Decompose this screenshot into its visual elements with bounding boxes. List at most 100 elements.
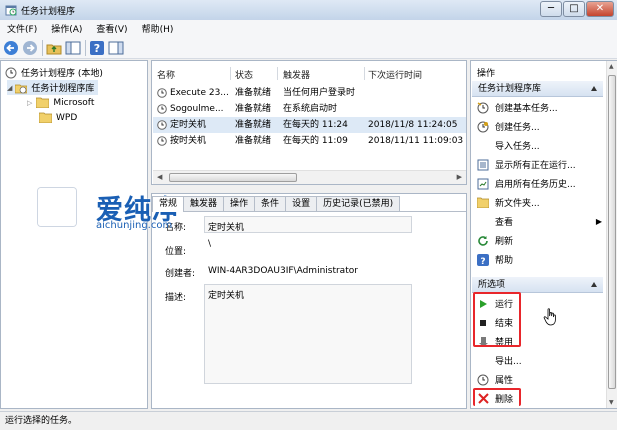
watermark-url: aichunjing.com [96, 220, 173, 231]
tree-item-root[interactable]: 任务计划程序 (本地) [5, 65, 103, 80]
task-status: 准备就绪 [235, 104, 272, 114]
action-import-task[interactable]: 导入任务... [477, 137, 540, 154]
tab-settings[interactable]: 设置 [285, 196, 318, 212]
submenu-arrow-icon: ▶ [595, 217, 602, 226]
name-value: 定时关机 [208, 223, 245, 233]
action-label: 属性 [495, 376, 514, 386]
task-trigger: 在系统启动时 [283, 104, 338, 114]
window-title: 任务计划程序 [21, 6, 76, 17]
author-label: 创建者: [165, 269, 196, 279]
blank-icon [477, 140, 489, 152]
action-refresh[interactable]: 刷新 [477, 232, 513, 249]
column-header-name[interactable]: 名称 [157, 66, 175, 82]
task-clock-icon [157, 88, 167, 98]
list-scroll-thumb[interactable] [169, 173, 297, 182]
action-label: 导入任务... [495, 142, 540, 152]
tab-conditions[interactable]: 条件 [254, 196, 287, 212]
section-header-selected[interactable]: 所选项 [472, 277, 603, 293]
close-button[interactable]: ✕ [586, 1, 614, 17]
title-bar[interactable]: 任务计划程序 ─ □ ✕ [0, 0, 617, 20]
tab-actions[interactable]: 操作 [223, 196, 256, 212]
help-icon[interactable]: ? [89, 40, 105, 56]
svg-text:?: ? [480, 257, 485, 266]
task-clock-icon [157, 104, 167, 114]
scroll-down-arrow-icon[interactable]: ▼ [609, 399, 614, 406]
toolbar-separator [42, 39, 43, 56]
action-label: 导出... [495, 357, 522, 367]
menu-file[interactable]: 文件(F) [0, 22, 44, 35]
menu-help[interactable]: 帮助(H) [135, 22, 181, 35]
toolbar: ? [0, 37, 617, 59]
tree-item-microsoft[interactable]: ▷ Microsoft [27, 95, 94, 110]
tab-history[interactable]: 历史记录(已禁用) [316, 196, 401, 212]
action-label: 刷新 [495, 237, 514, 247]
general-tab-panel: 名称: 定时关机 位置: \ 创建者: WIN-4AR3DOAU3IF\Admi… [152, 211, 466, 408]
list-horizontal-scrollbar[interactable]: ◀ ▶ [153, 170, 466, 184]
show-hide-console-tree-icon[interactable] [65, 40, 81, 56]
action-export[interactable]: 导出... [477, 352, 522, 369]
hand-cursor-icon [543, 308, 556, 326]
action-create-basic-task[interactable]: 创建基本任务... [477, 99, 558, 116]
column-divider[interactable] [277, 67, 278, 80]
task-status: 准备就绪 [235, 136, 272, 146]
task-next-run: 2018/11/11 11:09:03 [368, 136, 464, 146]
location-value: \ [208, 239, 212, 249]
task-name: 定时关机 [170, 120, 207, 130]
tree-collapse-icon[interactable]: ◢ [7, 84, 12, 92]
action-new-folder[interactable]: 新文件夹... [477, 194, 540, 211]
tree-item-wpd[interactable]: WPD [39, 110, 77, 125]
scroll-up-arrow-icon[interactable]: ▲ [609, 63, 614, 70]
action-view[interactable]: 查看 ▶ [477, 213, 602, 230]
task-next-run: 2018/11/8 11:24:05 [368, 120, 458, 130]
clock-icon [5, 67, 17, 78]
collapse-arrow-icon[interactable] [591, 282, 597, 287]
action-properties[interactable]: 属性 [477, 371, 513, 388]
author-value: WIN-4AR3DOAU3IF\Administrator [208, 266, 358, 276]
menu-bar: 文件(F) 操作(A) 查看(V) 帮助(H) [0, 20, 617, 37]
action-label: 显示所有正在运行... [495, 161, 576, 171]
task-trigger: 在每天的 11:24 [283, 120, 348, 130]
action-create-task[interactable]: 创建任务... [477, 118, 540, 135]
tree-expand-icon[interactable]: ▷ [27, 99, 32, 107]
forward-arrow-icon[interactable] [22, 40, 38, 56]
task-trigger: 在每天的 11:09 [283, 136, 348, 146]
location-label: 位置: [165, 247, 187, 257]
menu-action[interactable]: 操作(A) [44, 22, 89, 35]
section-header-library[interactable]: 任务计划程序库 [472, 81, 603, 97]
new-folder-icon [477, 197, 489, 208]
task-name: Sogoulme... [170, 104, 224, 114]
task-list: 名称 状态 触发器 下次运行时间 Execute 23... 准备就绪 当任何用… [151, 60, 467, 185]
refresh-icon [478, 235, 488, 246]
up-folder-icon[interactable] [46, 40, 62, 56]
collapse-arrow-icon[interactable] [591, 86, 597, 91]
maximize-button[interactable]: □ [563, 1, 585, 17]
task-name: Execute 23... [170, 88, 229, 98]
column-divider[interactable] [364, 67, 365, 80]
properties-pane-icon[interactable] [108, 40, 124, 56]
scroll-right-arrow-icon[interactable]: ▶ [457, 173, 462, 181]
column-header-status[interactable]: 状态 [235, 66, 253, 82]
back-arrow-icon[interactable] [3, 40, 19, 56]
section-selected-label: 所选项 [478, 280, 506, 290]
scroll-left-arrow-icon[interactable]: ◀ [157, 173, 162, 181]
actions-vertical-scrollbar[interactable]: ▲ ▼ [606, 61, 617, 408]
column-header-trigger[interactable]: 触发器 [283, 66, 310, 82]
column-divider[interactable] [230, 67, 231, 80]
task-row[interactable]: 按时关机 准备就绪 在每天的 11:09 2018/11/11 11:09:03 [153, 133, 466, 149]
minimize-button[interactable]: ─ [540, 1, 562, 17]
column-header-next-run[interactable]: 下次运行时间 [368, 66, 422, 82]
task-row-selected[interactable]: 定时关机 准备就绪 在每天的 11:24 2018/11/8 11:24:05 [153, 117, 466, 133]
tree-item-library[interactable]: ◢ 任务计划程序库 [7, 80, 99, 95]
section-library-label: 任务计划程序库 [478, 84, 542, 94]
folder-icon [36, 97, 50, 108]
task-row[interactable]: Execute 23... 准备就绪 当任何用户登录时 [153, 85, 466, 101]
tab-general[interactable]: 常规 [152, 196, 185, 212]
action-help[interactable]: ? 帮助 [477, 251, 513, 268]
action-enable-history[interactable]: 启用所有任务历史... [477, 175, 576, 192]
action-show-running[interactable]: 显示所有正在运行... [477, 156, 576, 173]
menu-view[interactable]: 查看(V) [89, 22, 134, 35]
status-bar: 运行选择的任务。 [0, 411, 617, 430]
task-row[interactable]: Sogoulme... 准备就绪 在系统启动时 [153, 101, 466, 117]
actions-scroll-thumb[interactable] [608, 75, 616, 389]
task-status: 准备就绪 [235, 120, 272, 130]
